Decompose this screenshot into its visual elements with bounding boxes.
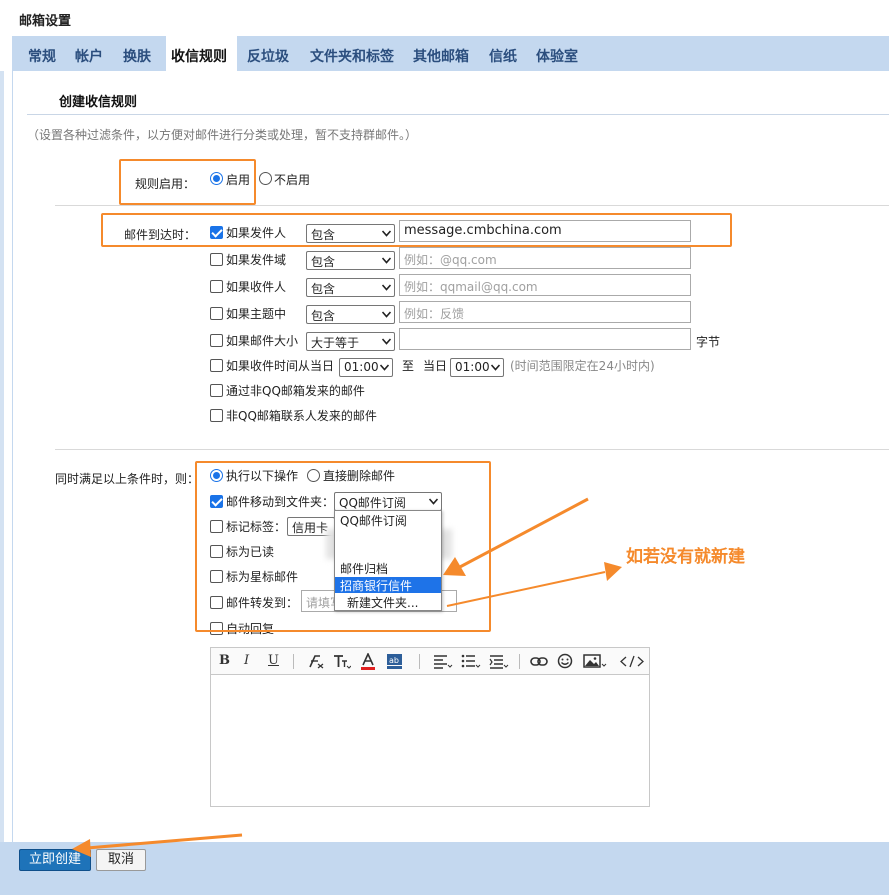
size-input[interactable] bbox=[399, 328, 691, 350]
time-to-select[interactable]: 01:00 bbox=[450, 358, 504, 377]
divider-1 bbox=[55, 205, 889, 206]
recipient-placeholder: 例如：qqmail@qq.com bbox=[404, 280, 538, 294]
svg-text:ab: ab bbox=[389, 656, 399, 665]
create-button[interactable]: 立即创建 bbox=[19, 849, 91, 871]
underline-button[interactable]: U bbox=[268, 653, 279, 668]
settings-tabbar: 常规 帐户 换肤 收信规则 反垃圾 文件夹和标签 其他邮箱 信纸 体验室 bbox=[12, 36, 889, 71]
tab-receive-rules[interactable]: 收信规则 bbox=[166, 36, 237, 71]
sender-domain-op-select[interactable]: 包含 bbox=[306, 251, 395, 270]
font-size-icon[interactable] bbox=[333, 654, 351, 669]
chevron-down-icon bbox=[382, 338, 391, 345]
chevron-down-icon bbox=[380, 364, 389, 371]
size-op-select[interactable]: 大于等于 bbox=[306, 332, 395, 351]
tab-skin[interactable]: 换肤 bbox=[118, 36, 156, 71]
tab-account[interactable]: 帐户 bbox=[70, 36, 108, 71]
tab-stationery[interactable]: 信纸 bbox=[484, 36, 522, 71]
tab-lab[interactable]: 体验室 bbox=[531, 36, 583, 71]
align-icon[interactable] bbox=[433, 654, 453, 669]
section-divider bbox=[27, 114, 889, 115]
recipient-label: 如果收件人 bbox=[226, 280, 287, 294]
chevron-down-icon bbox=[382, 284, 391, 291]
chevron-down-icon bbox=[491, 364, 500, 371]
recipient-input[interactable]: 例如：qqmail@qq.com bbox=[399, 274, 691, 296]
subject-input[interactable]: 例如：反馈 bbox=[399, 301, 691, 323]
section-hint: （设置各种过滤条件，以方便对邮件进行分类或处理，暂不支持群邮件。） bbox=[27, 128, 418, 142]
sender-domain-op-value: 包含 bbox=[311, 255, 336, 269]
time-note: (时间范围限定在24小时内) bbox=[510, 359, 655, 373]
tab-general[interactable]: 常规 bbox=[23, 36, 61, 71]
link-icon[interactable] bbox=[530, 656, 548, 667]
list-icon[interactable] bbox=[461, 654, 481, 669]
toolbar-divider bbox=[519, 654, 520, 669]
sender-domain-label: 如果发件域 bbox=[226, 253, 287, 267]
subject-placeholder: 例如：反馈 bbox=[404, 307, 465, 321]
subject-op-select[interactable]: 包含 bbox=[306, 305, 395, 324]
toolbar-divider bbox=[293, 654, 294, 669]
highlight-rule-enable bbox=[119, 159, 256, 205]
chevron-down-icon bbox=[382, 311, 391, 318]
tab-anti-spam[interactable]: 反垃圾 bbox=[242, 36, 294, 71]
time-day-label: 当日 bbox=[423, 359, 448, 373]
cancel-button[interactable]: 取消 bbox=[96, 849, 146, 871]
divider-2 bbox=[55, 449, 889, 450]
non-qq-label: 通过非QQ邮箱发来的邮件 bbox=[226, 384, 365, 398]
sender-domain-checkbox[interactable] bbox=[210, 253, 223, 266]
rule-enable-off-radio[interactable] bbox=[259, 172, 272, 185]
subject-checkbox[interactable] bbox=[210, 307, 223, 320]
recipient-op-select[interactable]: 包含 bbox=[306, 278, 395, 297]
sender-domain-placeholder: 例如：@qq.com bbox=[404, 253, 497, 267]
non-contact-checkbox[interactable] bbox=[210, 409, 223, 422]
font-color-icon[interactable] bbox=[360, 653, 376, 670]
indent-icon[interactable] bbox=[489, 654, 509, 669]
font-family-icon[interactable] bbox=[306, 654, 324, 669]
time-to-value: 01:00 bbox=[455, 360, 490, 374]
rule-enable-off-label: 不启用 bbox=[274, 173, 311, 187]
auto-reply-editor[interactable] bbox=[210, 674, 650, 807]
editor-toolbar: B I U ab bbox=[210, 647, 650, 675]
code-icon[interactable] bbox=[620, 654, 644, 669]
actions-label: 同时满足以上条件时，则： bbox=[55, 472, 200, 486]
size-checkbox[interactable] bbox=[210, 334, 223, 347]
emoji-icon[interactable] bbox=[557, 653, 573, 669]
page-header: 邮箱设置 bbox=[0, 0, 889, 36]
toolbar-divider bbox=[419, 654, 420, 669]
content-border bbox=[12, 71, 13, 842]
non-contact-label: 非QQ邮箱联系人发来的邮件 bbox=[226, 409, 377, 423]
tab-other-mail[interactable]: 其他邮箱 bbox=[408, 36, 474, 71]
recipient-checkbox[interactable] bbox=[210, 280, 223, 293]
italic-button[interactable]: I bbox=[244, 653, 249, 668]
subject-label: 如果主题中 bbox=[226, 307, 287, 321]
left-border bbox=[0, 71, 4, 895]
arrow-head-annotation bbox=[604, 562, 622, 581]
time-from-select[interactable]: 01:00 bbox=[339, 358, 393, 377]
section-title: 创建收信规则 bbox=[59, 95, 138, 110]
tab-folders-tags[interactable]: 文件夹和标签 bbox=[305, 36, 399, 71]
size-unit: 字节 bbox=[696, 335, 721, 349]
background-color-icon[interactable]: ab bbox=[387, 654, 404, 669]
image-icon[interactable] bbox=[583, 654, 607, 669]
bold-button[interactable]: B bbox=[219, 653, 230, 668]
time-to-label: 至 bbox=[402, 359, 415, 373]
sender-domain-input[interactable]: 例如：@qq.com bbox=[399, 247, 691, 269]
subject-op-value: 包含 bbox=[311, 309, 336, 323]
footer-bar: 立即创建 取消 bbox=[0, 842, 889, 895]
chevron-down-icon bbox=[382, 257, 391, 264]
time-checkbox[interactable] bbox=[210, 359, 223, 372]
annotation-text: 如若没有就新建 bbox=[626, 547, 745, 567]
time-label: 如果收件时间从当日 bbox=[226, 359, 335, 373]
highlight-sender bbox=[101, 213, 732, 247]
non-qq-checkbox[interactable] bbox=[210, 384, 223, 397]
page-title: 邮箱设置 bbox=[19, 14, 72, 29]
highlight-actions bbox=[195, 461, 491, 632]
time-from-value: 01:00 bbox=[344, 360, 379, 374]
size-label: 如果邮件大小 bbox=[226, 334, 299, 348]
size-op-value: 大于等于 bbox=[311, 336, 360, 350]
recipient-op-value: 包含 bbox=[311, 282, 336, 296]
